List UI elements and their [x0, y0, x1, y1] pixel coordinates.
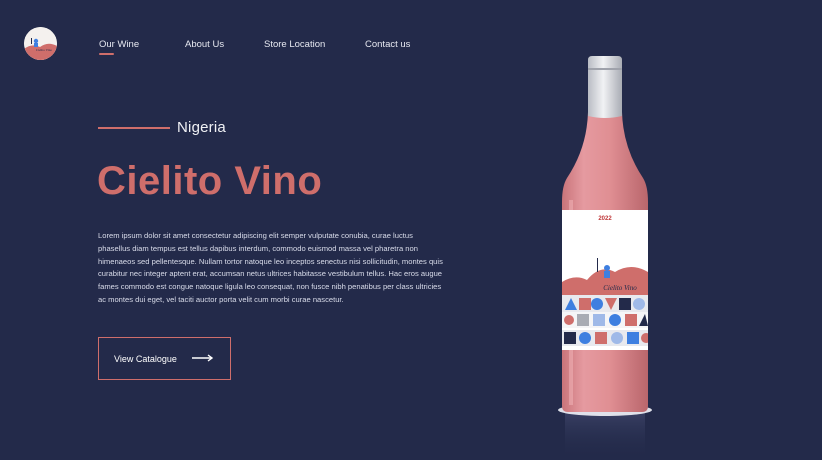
view-catalogue-button[interactable]: View Catalogue: [98, 337, 231, 380]
bottle-year: 2022: [598, 216, 612, 222]
logo-text: Cielito Vino: [36, 48, 52, 52]
view-catalogue-label: View Catalogue: [114, 353, 177, 364]
hero-description: Lorem ipsum dolor sit amet consectetur a…: [98, 231, 443, 304]
nav-item-store-location[interactable]: Store Location: [264, 39, 325, 50]
subtitle-divider: [98, 127, 170, 129]
bottle-brand: Cielito Vino: [603, 284, 637, 292]
brand-logo[interactable]: Cielito Vino: [24, 27, 57, 60]
nav-item-about-us[interactable]: About Us: [185, 39, 224, 50]
wine-bottle-image: 2022 Cielito Vino: [558, 56, 652, 460]
hero-title: Cielito Vino: [97, 159, 323, 203]
nav-item-our-wine[interactable]: Our Wine: [99, 39, 139, 50]
hero-subtitle: Nigeria: [177, 119, 226, 136]
nav-item-contact-us[interactable]: Contact us: [365, 39, 410, 50]
nav-active-indicator: [99, 53, 114, 55]
winery-logo-icon: Cielito Vino: [24, 27, 57, 60]
arrow-right-icon: [192, 354, 214, 362]
